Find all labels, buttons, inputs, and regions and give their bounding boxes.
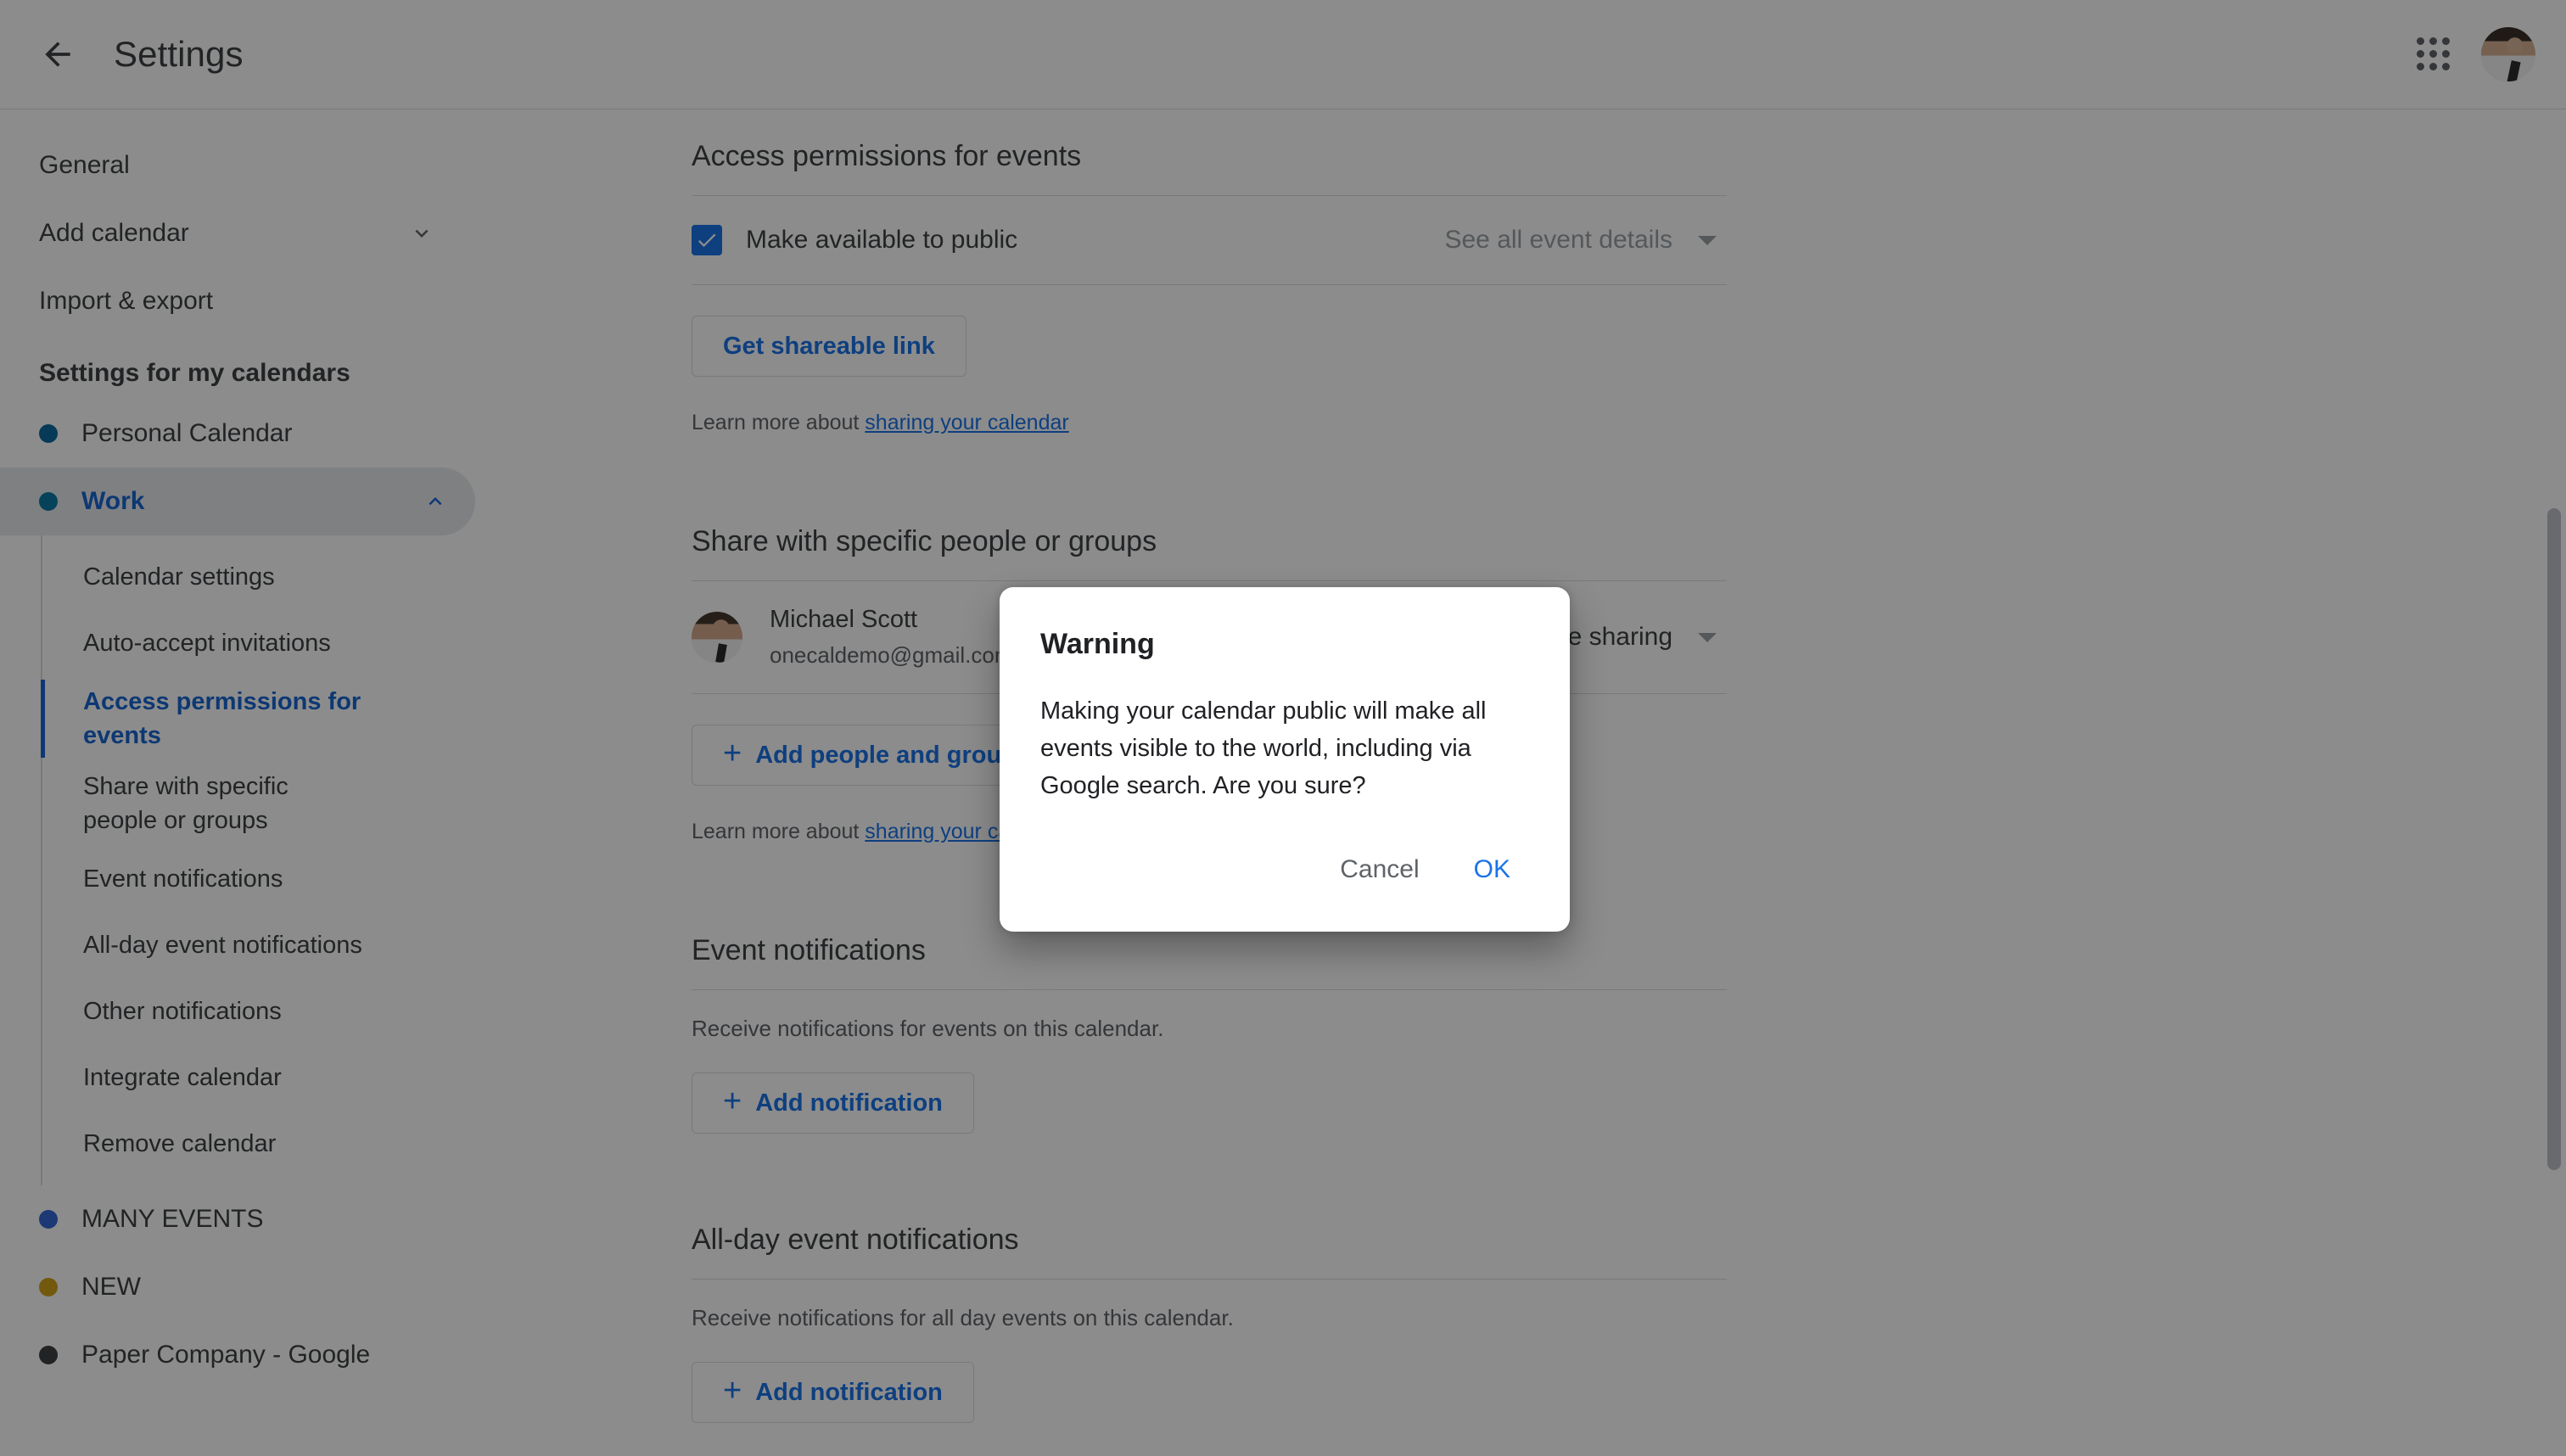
dialog-message: Making your calendar public will make al…: [1040, 697, 1487, 799]
dialog-title: Warning: [1040, 628, 1155, 660]
cancel-button[interactable]: Cancel: [1321, 843, 1437, 896]
ok-button[interactable]: OK: [1455, 843, 1529, 896]
dialog-actions: Cancel OK: [1040, 843, 1529, 911]
warning-dialog: Warning Making your calendar public will…: [1000, 587, 1570, 932]
